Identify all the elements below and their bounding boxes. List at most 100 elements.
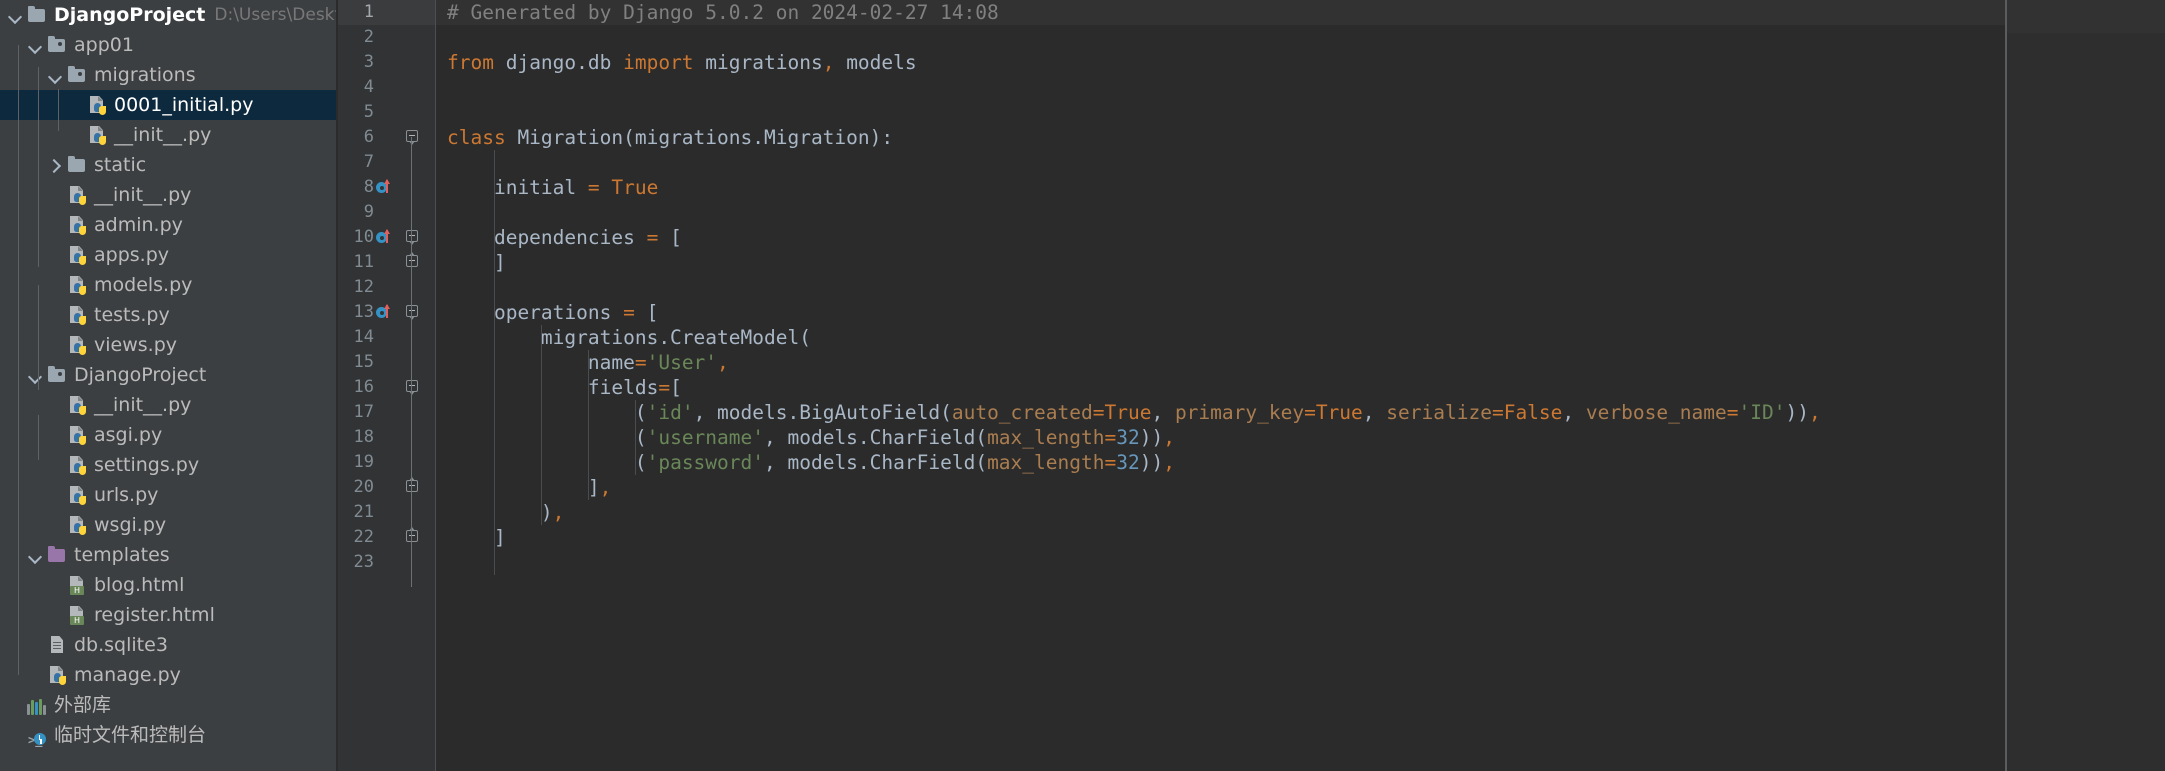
tree-item-urls-py[interactable]: urls.py	[0, 480, 338, 510]
line-number: 12	[353, 277, 374, 297]
tree-item-static[interactable]: static	[0, 150, 338, 180]
tree-item-settings-py[interactable]: settings.py	[0, 450, 338, 480]
gutter-line-1[interactable]: 1	[338, 0, 436, 25]
chevron-down-icon[interactable]	[26, 546, 45, 565]
code-editor[interactable]: 1 2 3 4 5 6 7 8 9 10 11 12 13 14 15 16 17 18 19 20 21 22 23 # …	[338, 0, 2165, 771]
code-line-18[interactable]: ('username', models.CharField(max_length…	[436, 425, 2165, 450]
code-line-19[interactable]: ('password', models.CharField(max_length…	[436, 450, 2165, 475]
gutter-line-21[interactable]: 21	[338, 500, 436, 525]
project-tree[interactable]: DjangoProject D:\Users\Desktop\ app01 migra…	[0, 0, 338, 755]
gutter-line-3[interactable]: 3	[338, 50, 436, 75]
tree-item-templates[interactable]: templates	[0, 540, 338, 570]
fold-collapse-icon[interactable]	[406, 305, 420, 321]
code-line-16[interactable]: fields=[	[436, 375, 2165, 400]
fold-end-icon[interactable]	[406, 527, 420, 546]
implementation-marker-icon[interactable]	[376, 179, 390, 194]
gutter-line-11[interactable]: 11	[338, 250, 436, 275]
gutter-line-9[interactable]: 9	[338, 200, 436, 225]
chevron-down-icon[interactable]	[26, 36, 45, 55]
code-token: 'User'	[646, 351, 718, 374]
chevron-down-icon[interactable]	[6, 6, 25, 25]
tree-item-app01[interactable]: app01	[0, 30, 338, 60]
gutter-line-23[interactable]: 23	[338, 550, 436, 575]
code-line-12[interactable]	[436, 275, 2165, 300]
tree-item-admin-py[interactable]: admin.py	[0, 210, 338, 240]
gutter-line-6[interactable]: 6	[338, 125, 436, 150]
tree-item-[interactable]: 临时文件和控制台	[0, 720, 338, 755]
indent-guide	[587, 350, 589, 500]
tree-item-init-py[interactable]: __init__.py	[0, 390, 338, 420]
gutter-line-10[interactable]: 10	[338, 225, 436, 250]
tree-item-views-py[interactable]: views.py	[0, 330, 338, 360]
fold-end-icon[interactable]	[406, 477, 420, 496]
code-line-6[interactable]: class Migration(migrations.Migration):	[436, 125, 2165, 150]
gutter-line-15[interactable]: 15	[338, 350, 436, 375]
implementation-marker-icon[interactable]	[376, 304, 390, 319]
implementation-marker-icon[interactable]	[376, 229, 390, 244]
tree-item-label: __init__.py	[94, 184, 192, 206]
fold-collapse-icon[interactable]	[406, 130, 420, 146]
code-line-8[interactable]: initial = True	[436, 175, 2165, 200]
tree-item-label: wsgi.py	[94, 514, 167, 536]
code-line-10[interactable]: dependencies = [	[436, 225, 2165, 250]
code-line-7[interactable]	[436, 150, 2165, 175]
code-line-17[interactable]: ('id', models.BigAutoField(auto_created=…	[436, 400, 2165, 425]
fold-collapse-icon[interactable]	[406, 380, 420, 396]
tree-item-init-py[interactable]: __init__.py	[0, 180, 338, 210]
editor-gutter[interactable]: 1 2 3 4 5 6 7 8 9 10 11 12 13 14 15 16 17 18 19 20 21 22 23	[338, 0, 436, 771]
gutter-line-20[interactable]: 20	[338, 475, 436, 500]
tree-item-djangoproject[interactable]: DjangoProject D:\Users\Desktop\	[0, 0, 338, 30]
python-file-icon	[67, 485, 87, 505]
gutter-line-8[interactable]: 8	[338, 175, 436, 200]
tree-item-manage-py[interactable]: manage.py	[0, 660, 338, 690]
gutter-line-18[interactable]: 18	[338, 425, 436, 450]
chevron-down-icon[interactable]	[46, 66, 65, 85]
tree-item-tests-py[interactable]: tests.py	[0, 300, 338, 330]
code-line-4[interactable]	[436, 75, 2165, 100]
code-line-3[interactable]: from django.db import migrations, models	[436, 50, 2165, 75]
tree-item-blog-html[interactable]: Hblog.html	[0, 570, 338, 600]
gutter-line-17[interactable]: 17	[338, 400, 436, 425]
gutter-line-19[interactable]: 19	[338, 450, 436, 475]
gutter-line-4[interactable]: 4	[338, 75, 436, 100]
tree-item-[interactable]: 外部库	[0, 690, 338, 720]
tree-item-djangoproject[interactable]: DjangoProject	[0, 360, 338, 390]
fold-collapse-icon[interactable]	[406, 230, 420, 246]
tree-item-wsgi-py[interactable]: wsgi.py	[0, 510, 338, 540]
code-line-23[interactable]	[436, 550, 2165, 575]
python-file-icon	[87, 125, 107, 145]
gutter-line-16[interactable]: 16	[338, 375, 436, 400]
tree-item-asgi-py[interactable]: asgi.py	[0, 420, 338, 450]
code-line-22[interactable]: ]	[436, 525, 2165, 550]
gutter-line-5[interactable]: 5	[338, 100, 436, 125]
gutter-line-12[interactable]: 12	[338, 275, 436, 300]
tree-item-init-py[interactable]: __init__.py	[0, 120, 338, 150]
code-line-21[interactable]: ),	[436, 500, 2165, 525]
gutter-line-7[interactable]: 7	[338, 150, 436, 175]
code-line-20[interactable]: ],	[436, 475, 2165, 500]
gutter-line-13[interactable]: 13	[338, 300, 436, 325]
code-line-9[interactable]	[436, 200, 2165, 225]
gutter-line-14[interactable]: 14	[338, 325, 436, 350]
code-line-15[interactable]: name='User',	[436, 350, 2165, 375]
gutter-line-22[interactable]: 22	[338, 525, 436, 550]
tree-item-db-sqlite3[interactable]: db.sqlite3	[0, 630, 338, 660]
fold-end-icon[interactable]	[406, 252, 420, 271]
tree-item-register-html[interactable]: Hregister.html	[0, 600, 338, 630]
code-line-5[interactable]	[436, 100, 2165, 125]
code-line-2[interactable]	[436, 25, 2165, 50]
project-tool-window[interactable]: DjangoProject D:\Users\Desktop\ app01 migra…	[0, 0, 338, 771]
code-line-1[interactable]: # Generated by Django 5.0.2 on 2024-02-2…	[436, 0, 2165, 25]
line-number: 18	[353, 427, 374, 447]
code-line-11[interactable]: ]	[436, 250, 2165, 275]
code-text-area[interactable]: # Generated by Django 5.0.2 on 2024-02-2…	[436, 0, 2165, 771]
code-line-13[interactable]: operations = [	[436, 300, 2165, 325]
chevron-right-icon[interactable]	[46, 156, 65, 175]
code-line-14[interactable]: migrations.CreateModel(	[436, 325, 2165, 350]
gutter-line-2[interactable]: 2	[338, 25, 436, 50]
tree-item-apps-py[interactable]: apps.py	[0, 240, 338, 270]
tree-item-0001-initial-py[interactable]: 0001_initial.py	[0, 90, 338, 120]
tree-item-models-py[interactable]: models.py	[0, 270, 338, 300]
tree-item-migrations[interactable]: migrations	[0, 60, 338, 90]
chevron-down-icon[interactable]	[26, 366, 45, 385]
